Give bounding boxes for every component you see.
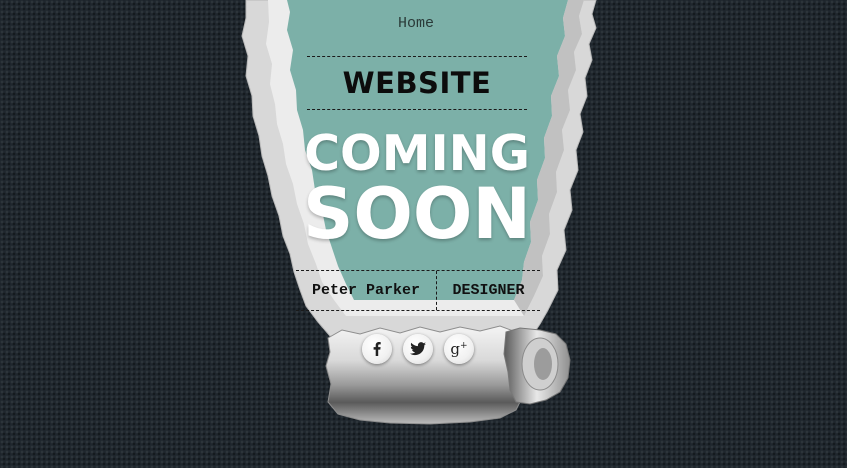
website-label: WEBSITE — [342, 66, 492, 100]
facebook-icon — [373, 342, 381, 356]
credits-row: Peter Parker DESIGNER — [296, 270, 540, 311]
website-box: WEBSITE — [307, 56, 527, 110]
nav-home-link[interactable]: Home — [376, 15, 456, 32]
google-plus-button[interactable]: g+ — [444, 334, 474, 364]
google-plus-icon: g+ — [450, 339, 468, 358]
facebook-button[interactable] — [362, 334, 392, 364]
twitter-button[interactable] — [403, 334, 433, 364]
designer-name: Peter Parker — [296, 271, 437, 310]
designer-role: DESIGNER — [452, 282, 525, 299]
paper-roll — [503, 327, 571, 405]
soon-heading: SOON — [302, 173, 531, 255]
twitter-icon — [410, 342, 426, 356]
